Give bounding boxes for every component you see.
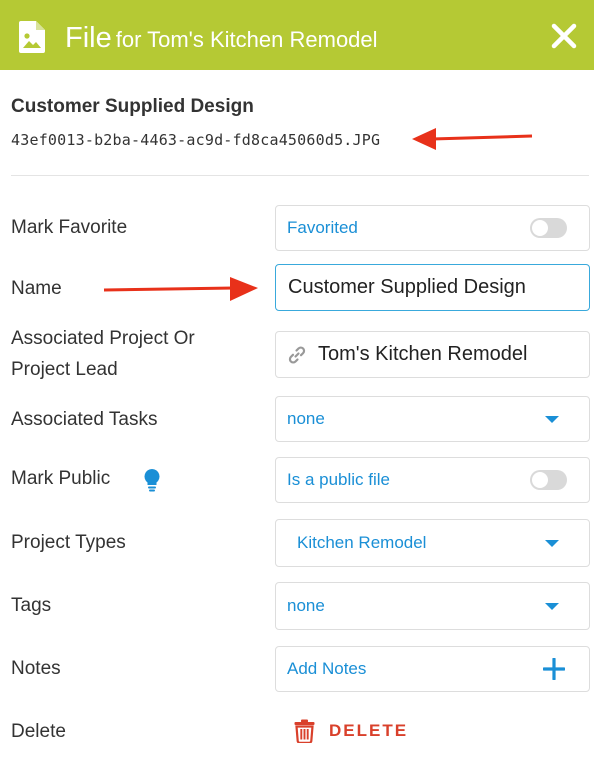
header-bar: File for Tom's Kitchen Remodel	[0, 0, 594, 70]
chevron-down-icon	[545, 416, 559, 423]
plus-icon[interactable]	[543, 658, 565, 680]
mark-public-label-text: Mark Public	[11, 468, 111, 489]
add-notes-field[interactable]: Add Notes	[275, 646, 590, 692]
associated-tasks-label: Associated Tasks	[11, 409, 158, 430]
project-types-label: Project Types	[11, 532, 126, 553]
divider	[11, 175, 589, 176]
close-icon[interactable]	[550, 22, 578, 50]
chevron-down-icon	[545, 540, 559, 547]
mark-public-label: Mark Public	[11, 463, 110, 494]
tags-select[interactable]: none	[275, 582, 590, 630]
tags-value: none	[287, 596, 325, 615]
public-toggle[interactable]	[530, 470, 567, 490]
chevron-down-icon	[545, 603, 559, 610]
file-image-icon	[19, 21, 45, 53]
project-types-value: Kitchen Remodel	[297, 533, 427, 552]
associated-project-field[interactable]: Tom's Kitchen Remodel	[275, 331, 590, 378]
lightbulb-icon[interactable]	[143, 468, 161, 492]
name-input[interactable]	[275, 264, 590, 311]
mark-favorite-label: Mark Favorite	[11, 217, 128, 238]
associated-project-label: Associated Project Or Project Lead	[11, 323, 195, 385]
add-notes-label: Add Notes	[287, 659, 367, 678]
delete-label: Delete	[11, 721, 66, 742]
notes-label: Notes	[11, 658, 61, 679]
delete-button[interactable]: DELETE	[294, 719, 408, 743]
header-title-main: File	[65, 22, 112, 54]
project-types-select[interactable]: Kitchen Remodel	[275, 519, 590, 567]
header-title: File for Tom's Kitchen Remodel	[65, 22, 378, 55]
associated-tasks-select[interactable]: none	[275, 396, 590, 442]
annotation-arrow-icon	[412, 128, 533, 150]
associated-project-label-line1: Associated Project Or	[11, 328, 195, 349]
tags-label: Tags	[11, 595, 52, 616]
public-toggle-field[interactable]: Is a public file	[275, 457, 590, 503]
name-label: Name	[11, 278, 62, 299]
associated-project-label-line2: Project Lead	[11, 359, 118, 380]
toggle-knob	[532, 472, 548, 488]
header-title-sub: for Tom's Kitchen Remodel	[115, 27, 378, 52]
public-toggle-label: Is a public file	[287, 470, 390, 489]
associated-tasks-value: none	[287, 409, 325, 428]
file-filename: 43ef0013-b2ba-4463-ac9d-fd8ca45060d5.JPG	[11, 131, 381, 149]
favorite-toggle[interactable]	[530, 218, 567, 238]
file-title: Customer Supplied Design	[11, 96, 254, 117]
favorite-toggle-field[interactable]: Favorited	[275, 205, 590, 251]
toggle-knob	[532, 220, 548, 236]
associated-project-value: Tom's Kitchen Remodel	[318, 343, 528, 365]
favorite-toggle-label: Favorited	[287, 218, 358, 237]
annotation-arrow-icon	[103, 277, 258, 301]
trash-icon	[294, 719, 315, 743]
link-icon	[288, 345, 306, 364]
delete-button-label: DELETE	[329, 721, 409, 740]
